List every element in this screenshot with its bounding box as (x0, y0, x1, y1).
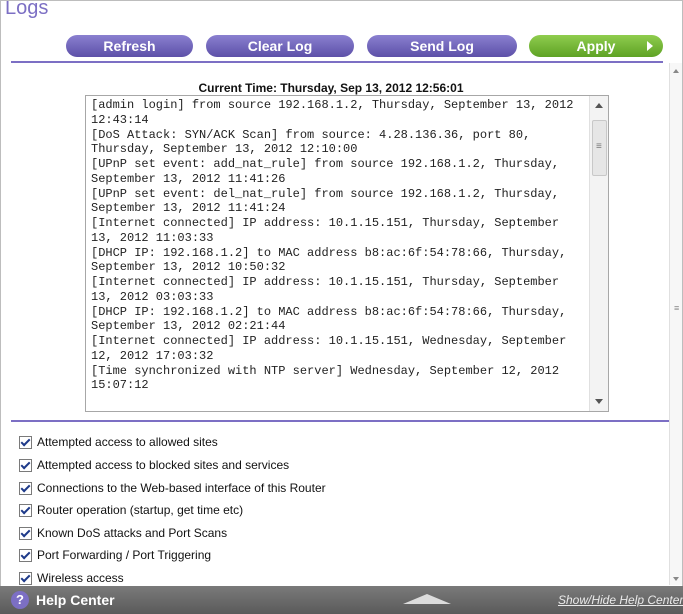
option-label: Attempted access to blocked sites and se… (37, 458, 290, 472)
log-text: [admin login] from source 192.168.1.2, T… (91, 98, 574, 393)
expand-arrow-icon[interactable] (403, 594, 451, 604)
current-time: Current Time: Thursday, Sep 13, 2012 12:… (198, 81, 464, 95)
option-label: Port Forwarding / Port Triggering (37, 548, 212, 562)
checkbox[interactable] (19, 526, 32, 540)
option-label: Connections to the Web-based interface o… (37, 481, 326, 495)
checkbox[interactable] (19, 435, 32, 449)
option-allowed-sites[interactable]: Attempted access to allowed sites (19, 434, 218, 450)
grip-icon: ≡ (674, 303, 680, 313)
option-label: Attempted access to allowed sites (37, 435, 218, 449)
scroll-up-arrow-icon[interactable] (595, 103, 603, 108)
option-label: Wireless access (37, 571, 124, 585)
send-log-button[interactable]: Send Log (367, 35, 517, 57)
scroll-up-arrow-icon[interactable] (673, 69, 679, 73)
grip-icon: ≡ (596, 141, 602, 152)
play-arrow-icon (647, 41, 653, 51)
question-mark-icon[interactable]: ? (11, 591, 29, 609)
refresh-button[interactable]: Refresh (66, 35, 193, 57)
section-divider (11, 420, 671, 422)
scrollbar-thumb[interactable]: ≡ (592, 120, 607, 176)
option-label: Known DoS attacks and Port Scans (37, 526, 228, 540)
apply-label: Apply (576, 38, 616, 54)
option-router-operation[interactable]: Router operation (startup, get time etc) (19, 502, 243, 518)
page-scrollbar[interactable]: ≡ (669, 63, 682, 585)
option-dos-attacks[interactable]: Known DoS attacks and Port Scans (19, 525, 227, 541)
checkbox[interactable] (19, 548, 32, 562)
scroll-down-arrow-icon[interactable] (673, 577, 679, 581)
log-scrollbar[interactable]: ≡ (589, 96, 608, 411)
checkbox[interactable] (19, 503, 32, 517)
option-port-forwarding[interactable]: Port Forwarding / Port Triggering (19, 547, 211, 563)
checkbox[interactable] (19, 481, 32, 495)
header-divider (11, 61, 663, 63)
show-hide-help-link[interactable]: Show/Hide Help Center (558, 593, 683, 607)
scroll-down-arrow-icon[interactable] (595, 399, 603, 404)
log-textarea[interactable]: [admin login] from source 192.168.1.2, T… (85, 95, 609, 412)
clear-log-button[interactable]: Clear Log (206, 35, 354, 57)
option-wireless-access[interactable]: Wireless access (19, 570, 124, 586)
help-center-bar: ? Help Center Show/Hide Help Center (0, 586, 683, 614)
checkbox[interactable] (19, 458, 32, 472)
logs-panel: Logs Refresh Clear Log Send Log Apply Cu… (0, 0, 683, 614)
checkbox[interactable] (19, 571, 32, 585)
page-title: Logs (5, 0, 49, 19)
help-center-label[interactable]: Help Center (36, 592, 115, 608)
option-label: Router operation (startup, get time etc) (37, 503, 244, 517)
option-blocked-sites[interactable]: Attempted access to blocked sites and se… (19, 457, 289, 473)
apply-button[interactable]: Apply (529, 35, 663, 57)
option-web-interface[interactable]: Connections to the Web-based interface o… (19, 480, 326, 496)
